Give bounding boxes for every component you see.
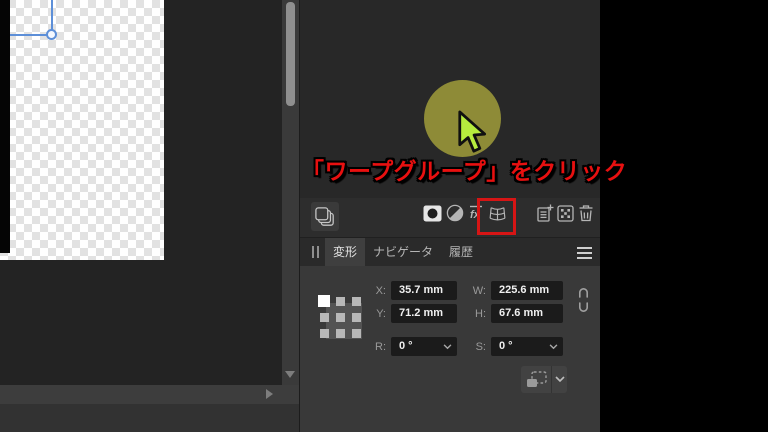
anchor-cell-top-left[interactable] [318,295,330,307]
tab-navigator[interactable]: ナビゲータ [365,238,441,266]
canvas-black-object[interactable] [0,0,10,253]
h-field[interactable]: 67.6 mm [491,304,563,323]
layers-icon [315,206,334,226]
selection-box-icon[interactable] [521,366,552,393]
anchor-cell[interactable] [352,329,361,338]
x-field[interactable]: 35.7 mm [391,281,457,300]
studio-panel: fx 変形 ナビゲータ 履歴 X: 35.7 mm W: 225.6 mm Y:… [299,0,601,432]
anchor-cell[interactable] [336,297,345,306]
anchor-cell[interactable] [320,313,329,322]
anchor-cell[interactable] [320,329,329,338]
chevron-down-icon [554,376,565,383]
anchor-cell[interactable] [336,329,345,338]
mouse-cursor-icon [458,110,487,153]
tab-transform[interactable]: 変形 [325,238,366,266]
shear-value: 0 ° [499,340,513,352]
canvas-bottom-strip [0,404,299,432]
scroll-down-arrow-icon[interactable] [285,371,295,378]
mask-icon [423,205,442,222]
canvas-viewport[interactable] [0,0,299,432]
rotation-value: 0 ° [399,340,413,352]
chevron-down-icon [443,344,452,350]
r-label: R: [375,341,386,353]
chevron-down-icon [549,344,558,350]
layers-panel-toolbar: fx [300,198,601,237]
horizontal-scrollbar[interactable] [0,385,299,404]
adjustment-button[interactable] [446,204,464,222]
add-layer-button[interactable] [536,204,554,223]
selection-corner-handle[interactable] [46,29,57,40]
h-label: H: [475,308,486,320]
tutorial-callout-text: 「ワープグループ」をクリック [301,158,628,184]
selection-box-button[interactable] [521,366,567,393]
delete-icon [579,205,593,222]
vertical-scrollbar[interactable] [282,0,299,385]
add-layer-icon [537,204,554,222]
shear-select[interactable]: 0 ° [491,337,563,356]
delete-layer-button[interactable] [578,204,594,222]
y-label: Y: [376,308,386,320]
link-dimensions-icon[interactable] [577,286,590,314]
anchor-cell[interactable] [352,297,361,306]
rotation-select[interactable]: 0 ° [391,337,457,356]
studio-tabs-row: 変形 ナビゲータ 履歴 [300,237,601,266]
pattern-icon [557,205,574,222]
w-field[interactable]: 225.6 mm [491,281,563,300]
pattern-layer-button[interactable] [557,205,574,222]
selection-box-menu[interactable] [552,366,567,393]
s-label: S: [475,341,486,353]
layers-button[interactable] [311,202,339,231]
scroll-right-arrow-icon[interactable] [266,389,273,399]
vertical-scrollbar-thumb[interactable] [286,2,295,106]
x-label: X: [375,285,386,297]
transform-panel: X: 35.7 mm W: 225.6 mm Y: 71.2 mm H: 67.… [300,266,601,432]
panel-menu-icon[interactable] [577,247,592,259]
anchor-cell[interactable] [336,313,345,322]
screenshot-stage: fx 変形 ナビゲータ 履歴 X: 35.7 mm W: 225.6 mm Y:… [0,0,768,432]
warp-group-highlight-box [477,198,516,235]
panel-drag-handle[interactable] [312,238,319,266]
w-label: W: [472,285,486,297]
y-field[interactable]: 71.2 mm [391,304,457,323]
mask-layer-button[interactable] [423,205,442,222]
artboard-transparent-checker[interactable] [0,0,164,260]
letterbox-right [600,0,768,432]
tab-history[interactable]: 履歴 [441,238,481,266]
adjustment-icon [446,204,464,222]
